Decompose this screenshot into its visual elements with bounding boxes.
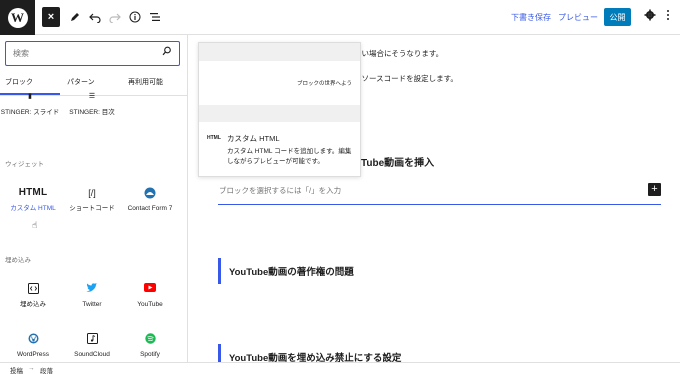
soundcloud-icon-svg: [86, 333, 98, 344]
section-label-widgets: ウィジェット: [5, 161, 44, 168]
block-contact-form-7[interactable]: Contact Form 7: [120, 187, 180, 213]
spotify-icon: [120, 333, 180, 345]
block-label: STINGER: スライド: [0, 109, 60, 116]
block-wordpress[interactable]: WordPress: [3, 333, 63, 359]
block-label: SoundCloud: [74, 351, 110, 358]
wordpress-icon-svg: [28, 333, 38, 344]
html-icon: HTML: [18, 187, 48, 198]
preview-placeholder-bar: [199, 43, 360, 61]
block-label: Twitter: [82, 301, 102, 308]
embed-icon: [3, 283, 63, 295]
pen-icon-svg: [71, 13, 79, 21]
mouse-cursor-icon: ☝: [32, 220, 38, 230]
preview-placeholder-bar: [199, 105, 360, 122]
gear-icon-svg: [644, 9, 656, 21]
block-placeholder: ブロックを選択するには「/」を入力: [219, 186, 342, 195]
soundcloud-icon: [62, 333, 122, 345]
editor-toolbar: W × 下書き保存 プレビュー 公開: [0, 0, 680, 35]
preview-description: カスタム HTML コードを追加します。編集しながらプレビューが可能です。: [227, 148, 352, 165]
preview-link[interactable]: プレビュー: [558, 12, 598, 23]
spotify-icon-svg: [144, 333, 156, 344]
wordpress-icon: [3, 333, 63, 345]
paragraph-text-2[interactable]: みソースコードを設定します。: [354, 73, 458, 84]
tab-reusable[interactable]: 再利用可能: [128, 77, 163, 87]
embed-icon-svg: [27, 283, 39, 294]
gear-icon[interactable]: [644, 9, 656, 24]
preview-sample-text: ブロックの世界へよう: [296, 81, 352, 87]
youtube-icon: [120, 283, 180, 295]
block-inserter-panel: ブロック パターン 再利用可能 ▮ STINGER: スライド ☰ STINGE…: [0, 35, 188, 362]
add-block-button[interactable]: +: [648, 183, 661, 196]
undo-icon-svg: [89, 13, 101, 23]
slide-icon: ▮: [28, 93, 32, 100]
heading-youtube-copyright[interactable]: YouTube動画の著作権の問題: [218, 258, 354, 284]
redo-icon-svg: [109, 13, 121, 23]
tab-blocks[interactable]: ブロック: [5, 77, 33, 87]
publish-button[interactable]: 公開: [604, 8, 631, 26]
save-draft-link[interactable]: 下書き保存: [511, 12, 551, 23]
info-icon[interactable]: [126, 8, 144, 26]
shortcode-icon: [/]: [88, 188, 96, 198]
wordpress-logo-button[interactable]: W: [0, 0, 35, 35]
redo-icon[interactable]: [106, 8, 124, 26]
block-preview-popover: ブロックの世界へよう HTML カスタム HTML カスタム HTML コードを…: [198, 42, 361, 177]
block-label: 埋め込み: [20, 301, 46, 308]
youtube-icon-svg: [144, 283, 156, 292]
heading-insert-youtube[interactable]: Tube動画を挿入: [361, 154, 434, 169]
html-icon: HTML: [207, 135, 221, 141]
block-spotify[interactable]: Spotify: [120, 333, 180, 359]
block-soundcloud[interactable]: SoundCloud: [62, 333, 122, 359]
contact-form-icon-svg: [144, 187, 156, 199]
block-label: YouTube: [137, 301, 163, 308]
list-view-icon-svg: [150, 13, 160, 21]
twitter-icon: [62, 283, 122, 295]
search-icon: [162, 46, 172, 59]
block-stinger-slide[interactable]: ▮ STINGER: スライド: [0, 91, 60, 117]
paragraph-text-1[interactable]: ない場合にそうなります。: [354, 48, 443, 59]
search-input[interactable]: [13, 49, 153, 58]
block-shortcode[interactable]: [/] ショートコード: [62, 187, 122, 213]
twitter-icon-svg: [86, 283, 98, 292]
block-stinger-toc[interactable]: ☰ STINGER: 目次: [62, 91, 122, 117]
block-label: カスタム HTML: [10, 205, 56, 212]
block-label: WordPress: [16, 351, 50, 358]
preview-title: カスタム HTML: [227, 134, 280, 143]
block-twitter[interactable]: Twitter: [62, 283, 122, 309]
tab-patterns[interactable]: パターン: [67, 77, 95, 87]
toc-icon: ☰: [88, 93, 96, 100]
search-box[interactable]: [5, 41, 180, 66]
breadcrumb-separator: →: [28, 365, 35, 372]
search-icon-svg: [162, 46, 171, 56]
block-youtube[interactable]: YouTube: [120, 283, 180, 309]
undo-icon[interactable]: [86, 8, 104, 26]
breadcrumb-post[interactable]: 投稿: [10, 365, 23, 374]
more-options-icon[interactable]: [666, 9, 670, 24]
block-label: ショートコード: [69, 205, 115, 212]
list-view-icon[interactable]: [146, 8, 164, 26]
close-inserter-button[interactable]: ×: [42, 7, 60, 27]
contact-form-icon: [120, 187, 180, 199]
block-label: Contact Form 7: [127, 205, 173, 212]
breadcrumb-paragraph[interactable]: 段落: [40, 365, 53, 374]
block-label: STINGER: 目次: [69, 109, 115, 116]
block-custom-html[interactable]: HTML カスタム HTML: [3, 187, 63, 213]
empty-paragraph-block[interactable]: ブロックを選択するには「/」を入力 +: [218, 180, 661, 205]
block-label: Spotify: [140, 351, 160, 358]
info-icon-svg: [129, 11, 141, 23]
breadcrumb: 投稿 → 段落: [0, 362, 680, 374]
more-options-icon-svg: [667, 10, 669, 20]
block-embed[interactable]: 埋め込み: [3, 283, 63, 309]
pen-icon[interactable]: [66, 8, 84, 26]
wordpress-logo-icon: W: [7, 7, 28, 28]
section-label-embeds: 埋め込み: [5, 257, 31, 264]
